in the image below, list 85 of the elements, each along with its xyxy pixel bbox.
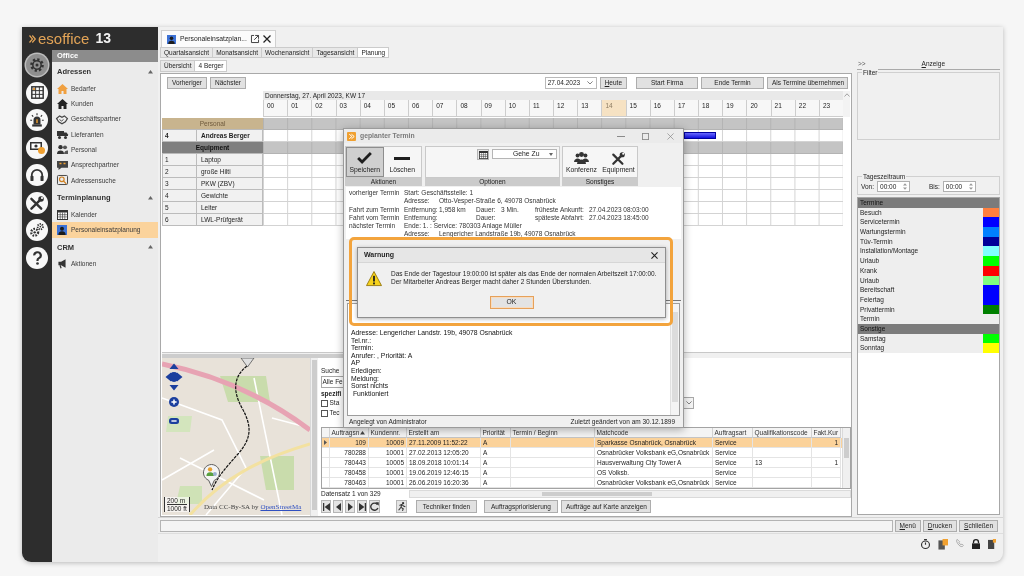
document-icon[interactable] bbox=[988, 539, 996, 549]
help-icon bbox=[32, 250, 42, 265]
last-page-button[interactable] bbox=[357, 500, 367, 513]
person-badge-icon bbox=[167, 34, 176, 44]
calendar-icon bbox=[56, 209, 68, 220]
close-button[interactable] bbox=[651, 251, 658, 259]
document-icon[interactable] bbox=[938, 539, 948, 550]
chevron-down-icon bbox=[586, 80, 593, 85]
row-pointer-icon bbox=[324, 440, 327, 445]
maximize-icon bbox=[642, 132, 649, 140]
vertical-scrollbar[interactable] bbox=[310, 358, 318, 516]
house-icon bbox=[56, 83, 68, 94]
zoom-in-icon[interactable] bbox=[169, 397, 179, 407]
minus-icon bbox=[394, 156, 411, 160]
module-button[interactable] bbox=[26, 164, 48, 186]
dropdown-field[interactable] bbox=[684, 397, 694, 409]
close-icon bbox=[667, 132, 674, 140]
vertical-scrollbar[interactable] bbox=[670, 304, 679, 415]
horizontal-scrollbar[interactable] bbox=[409, 489, 851, 498]
close-button[interactable] bbox=[262, 35, 271, 43]
megaphone-icon bbox=[58, 259, 66, 270]
module-button[interactable] bbox=[26, 191, 48, 214]
calendar-button[interactable] bbox=[477, 149, 489, 160]
module-button[interactable] bbox=[26, 219, 48, 241]
speech-bubble-icon bbox=[56, 160, 68, 170]
calendar-icon bbox=[478, 150, 488, 159]
module-button[interactable] bbox=[26, 81, 48, 104]
map-pin-icon[interactable] bbox=[203, 464, 220, 487]
handshake-icon bbox=[56, 114, 68, 124]
collapse-icon[interactable] bbox=[148, 69, 153, 74]
people-icon bbox=[56, 145, 68, 155]
headset-icon bbox=[30, 169, 44, 181]
siren-icon bbox=[30, 113, 44, 127]
logo-text: esoffice bbox=[38, 31, 90, 46]
tools-icon bbox=[30, 195, 44, 210]
collapse-icon[interactable] bbox=[148, 195, 153, 200]
collapse-icon[interactable] bbox=[148, 245, 153, 249]
refresh-icon bbox=[370, 502, 379, 511]
warning-icon bbox=[366, 270, 382, 286]
version-label: 13 bbox=[95, 31, 111, 46]
close-icon bbox=[651, 251, 658, 259]
tools-icon bbox=[612, 151, 625, 165]
first-page-button[interactable] bbox=[321, 500, 331, 513]
banknote-icon bbox=[29, 141, 45, 154]
module-button[interactable] bbox=[26, 136, 48, 159]
run-button[interactable] bbox=[396, 500, 407, 513]
gear-icon bbox=[30, 58, 44, 72]
caret-icon bbox=[549, 152, 553, 156]
pan-control-icon[interactable] bbox=[165, 363, 183, 391]
truck-icon bbox=[56, 130, 68, 139]
people-icon bbox=[574, 152, 589, 164]
next-button[interactable] bbox=[345, 500, 355, 513]
house-icon bbox=[56, 98, 68, 109]
vertical-scrollbar[interactable] bbox=[842, 428, 850, 488]
checkbox[interactable] bbox=[321, 409, 328, 417]
minimize-icon bbox=[616, 135, 625, 137]
last-page-icon bbox=[358, 502, 366, 511]
gears-icon bbox=[30, 223, 44, 237]
chevron-down-icon bbox=[685, 401, 692, 405]
popout-button[interactable] bbox=[250, 35, 259, 43]
search-icon bbox=[56, 175, 68, 186]
refresh-button[interactable] bbox=[369, 500, 380, 513]
module-button[interactable] bbox=[26, 54, 48, 76]
module-button[interactable] bbox=[26, 246, 48, 269]
stopwatch-icon[interactable] bbox=[921, 539, 930, 549]
input-field[interactable] bbox=[160, 519, 893, 532]
next-icon bbox=[347, 502, 353, 511]
double-chevron-icon bbox=[29, 34, 36, 43]
zoom-out-icon[interactable] bbox=[169, 418, 179, 424]
popout-icon bbox=[250, 35, 259, 43]
spinner-icon[interactable] bbox=[903, 183, 907, 190]
module-button[interactable] bbox=[26, 109, 48, 131]
spinner-icon[interactable] bbox=[968, 183, 973, 190]
checkbox[interactable] bbox=[321, 399, 328, 407]
grid-icon bbox=[30, 86, 44, 99]
person-badge-icon bbox=[57, 225, 67, 235]
appointment-bar[interactable] bbox=[684, 132, 717, 139]
previous-icon bbox=[335, 502, 341, 511]
first-page-icon bbox=[322, 502, 330, 511]
close-icon bbox=[262, 35, 271, 43]
running-person-icon bbox=[397, 502, 406, 511]
double-chevron-icon bbox=[347, 131, 356, 141]
lock-icon[interactable] bbox=[972, 539, 980, 549]
check-icon bbox=[357, 152, 373, 164]
previous-button[interactable] bbox=[333, 500, 343, 513]
